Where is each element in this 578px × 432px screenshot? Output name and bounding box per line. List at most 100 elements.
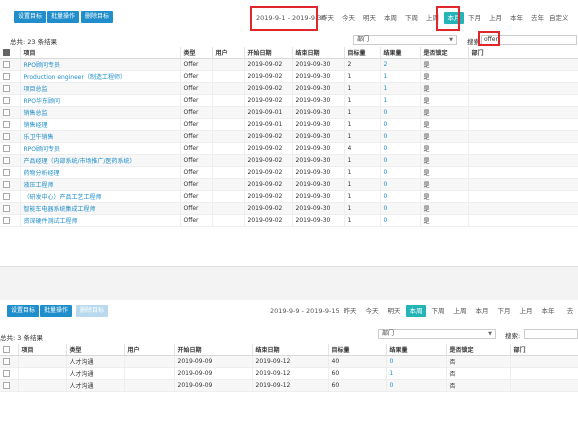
project-link[interactable]: 乐卫牛销售 [20, 130, 181, 143]
period-tab[interactable]: 去 [560, 305, 578, 317]
department-select[interactable]: 部门 ▼ [378, 329, 496, 339]
column-header[interactable]: 项目 [18, 344, 67, 356]
result-link[interactable]: 0 [380, 106, 421, 119]
result-link[interactable]: 1 [380, 94, 421, 107]
project-link[interactable]: Production engineer（制造工程师） [20, 70, 181, 83]
period-tab[interactable]: 今天 [339, 12, 358, 24]
table-row[interactable]: 人才沟通 2019-09-09 2019-09-12 60 1 否 [0, 367, 578, 380]
search-input[interactable] [524, 329, 578, 339]
project-link[interactable]: 项目总监 [20, 82, 181, 95]
table-row[interactable]: RPO顾问专员 Offer 2019-09-02 2019-09-30 4 0 是 [0, 142, 578, 155]
period-tab[interactable]: 今天 [362, 305, 382, 317]
column-header[interactable]: 类型 [66, 344, 125, 356]
project-link[interactable]: 资深硬件测试工程师 [20, 214, 181, 227]
column-header[interactable]: 是否锁定 [420, 47, 469, 59]
period-tab[interactable]: 明天 [360, 12, 379, 24]
project-link[interactable]: 智能车电器系统集成工程师 [20, 202, 181, 215]
column-header[interactable]: 部门 [510, 344, 578, 356]
result-link[interactable]: 1 [380, 82, 421, 95]
row-checkbox[interactable] [0, 214, 21, 227]
column-header[interactable]: 用户 [124, 344, 175, 356]
project-link[interactable]: 销售经理 [20, 118, 181, 131]
column-header[interactable]: 结束日期 [292, 47, 345, 59]
column-header[interactable]: 项目 [20, 47, 181, 59]
period-tab[interactable]: 上月 [516, 305, 536, 317]
period-tab[interactable]: 上周 [450, 305, 470, 317]
row-checkbox[interactable] [0, 379, 19, 392]
row-checkbox[interactable] [0, 94, 21, 107]
result-link[interactable]: 0 [380, 190, 421, 203]
table-row[interactable]: 药物分析经理 Offer 2019-09-02 2019-09-30 1 0 是 [0, 166, 578, 179]
row-checkbox[interactable] [0, 355, 19, 368]
result-link[interactable]: 1 [380, 70, 421, 83]
period-tab[interactable]: 本周 [381, 12, 400, 24]
table-row[interactable]: 人才沟通 2019-09-09 2019-09-12 40 0 否 [0, 355, 578, 368]
period-tab[interactable]: 昨天 [318, 12, 337, 24]
row-checkbox[interactable] [0, 58, 21, 71]
row-checkbox[interactable] [0, 190, 21, 203]
set-target-button[interactable]: 设置目标 [14, 11, 47, 23]
table-row[interactable]: Production engineer（制造工程师） Offer 2019-09-0… [0, 70, 578, 83]
period-tab[interactable]: 本周 [406, 305, 426, 317]
table-row[interactable]: 人才沟通 2019-09-09 2019-09-12 60 0 否 [0, 379, 578, 392]
row-checkbox[interactable] [0, 106, 21, 119]
row-checkbox[interactable] [0, 202, 21, 215]
project-link[interactable]: 药物分析经理 [20, 166, 181, 179]
result-link[interactable]: 0 [380, 118, 421, 131]
column-header[interactable]: 开始日期 [174, 344, 253, 356]
row-checkbox[interactable] [0, 82, 21, 95]
result-link[interactable]: 0 [380, 202, 421, 215]
project-link[interactable]: RPO华东顾问 [20, 94, 181, 107]
column-header[interactable]: 结果量 [380, 47, 421, 59]
result-link[interactable]: 0 [380, 214, 421, 227]
column-header[interactable]: 目标量 [344, 47, 381, 59]
period-tab[interactable]: 自定义 [549, 12, 569, 24]
period-tab[interactable]: 本月 [472, 305, 492, 317]
delete-target-button[interactable]: 删除目标 [81, 11, 114, 23]
project-link[interactable]: 产品经理（内部系统/市场推广/医药系统） [20, 154, 181, 167]
column-header[interactable]: 目标量 [328, 344, 387, 356]
column-header[interactable]: 结果量 [386, 344, 447, 356]
column-header[interactable]: 用户 [212, 47, 245, 59]
result-link[interactable]: 0 [380, 154, 421, 167]
table-row[interactable]: （研发中心）产品工艺工程师 Offer 2019-09-02 2019-09-30 1 0… [0, 190, 578, 203]
table-row[interactable]: RPO华东顾问 Offer 2019-09-02 2019-09-30 1 1 是 [0, 94, 578, 107]
project-link[interactable]: （研发中心）产品工艺工程师 [20, 190, 181, 203]
row-checkbox[interactable] [0, 367, 19, 380]
column-header[interactable]: 类型 [180, 47, 213, 59]
period-tab[interactable]: 明天 [384, 305, 404, 317]
project-link[interactable]: RPO顾问专员 [20, 58, 181, 71]
project-link[interactable]: 销售总监 [20, 106, 181, 119]
result-link[interactable]: 0 [386, 379, 447, 392]
period-tab[interactable]: 去年 [528, 12, 547, 24]
table-row[interactable]: 智能车电器系统集成工程师 Offer 2019-09-02 2019-09-30 1 0 是 [0, 202, 578, 215]
project-link[interactable]: RPO顾问专员 [20, 142, 181, 155]
period-tab[interactable]: 下周 [428, 305, 448, 317]
period-tab[interactable]: 下周 [402, 12, 421, 24]
result-link[interactable]: 0 [380, 166, 421, 179]
table-row[interactable]: 产品经理（内部系统/市场推广/医药系统） Offer 2019-09-02 2019-… [0, 154, 578, 167]
row-checkbox[interactable] [0, 166, 21, 179]
project-link[interactable]: 液压工程师 [20, 178, 181, 191]
row-checkbox[interactable] [0, 118, 21, 131]
period-tab[interactable]: 上月 [486, 12, 505, 24]
column-header[interactable]: 是否锁定 [446, 344, 511, 356]
column-header[interactable]: 开始日期 [244, 47, 293, 59]
table-row[interactable]: 资深硬件测试工程师 Offer 2019-09-02 2019-09-30 1 0 是 [0, 214, 578, 227]
table-row[interactable]: 销售经理 Offer 2019-09-01 2019-09-30 1 0 是 [0, 118, 578, 131]
column-header[interactable]: 部门 [468, 47, 578, 59]
period-tab[interactable]: 昨天 [340, 305, 360, 317]
row-checkbox[interactable] [0, 70, 21, 83]
table-row[interactable]: RPO顾问专员 Offer 2019-09-02 2019-09-30 2 2 是 [0, 58, 578, 71]
row-checkbox[interactable] [0, 178, 21, 191]
result-link[interactable]: 0 [386, 355, 447, 368]
result-link[interactable]: 0 [380, 142, 421, 155]
column-header[interactable]: 结束日期 [252, 344, 329, 356]
period-tab[interactable]: 下月 [494, 305, 514, 317]
result-link[interactable]: 0 [380, 178, 421, 191]
department-select[interactable]: 部门 ▼ [353, 35, 457, 45]
table-row[interactable]: 项目总监 Offer 2019-09-02 2019-09-30 1 1 是 [0, 82, 578, 95]
delete-target-button[interactable]: 删除目标 [76, 305, 109, 317]
period-tab[interactable]: 下月 [465, 12, 484, 24]
table-row[interactable]: 液压工程师 Offer 2019-09-02 2019-09-30 1 0 是 [0, 178, 578, 191]
